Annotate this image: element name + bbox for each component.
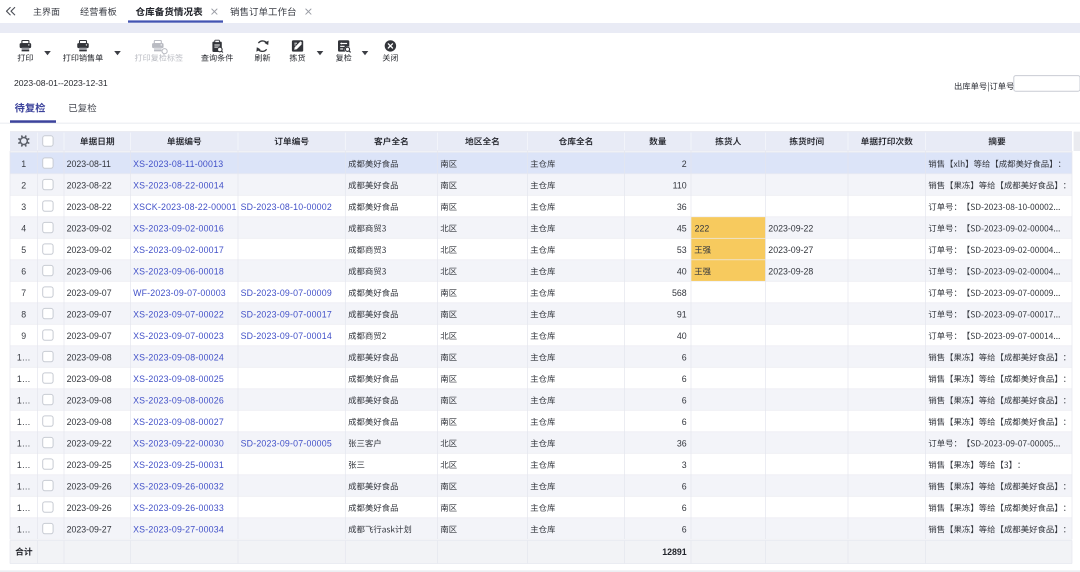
svg-text:XS-2023-09-07-00023: XS-2023-09-07-00023 [133, 331, 224, 341]
svg-text:XS-2023-09-07-00022: XS-2023-09-07-00022 [133, 309, 224, 319]
svg-text:SD-2023-09-07-00017: SD-2023-09-07-00017 [241, 309, 332, 319]
svg-text:2023-09-08: 2023-09-08 [67, 352, 112, 362]
svg-text:2023-09-02: 2023-09-02 [67, 245, 112, 255]
svg-text:XS-2023-08-11-00013: XS-2023-08-11-00013 [133, 159, 223, 169]
svg-text:2023-09-25: 2023-09-25 [67, 460, 112, 470]
svg-text:1: 1 [21, 159, 26, 169]
svg-text:91: 91 [677, 309, 687, 319]
svg-text:6: 6 [682, 417, 687, 427]
svg-text:XS-2023-09-08-00024: XS-2023-09-08-00024 [133, 352, 224, 362]
svg-text:2023-09-07: 2023-09-07 [67, 331, 112, 341]
svg-text:XSCK-2023-08-22-00001: XSCK-2023-08-22-00001 [133, 202, 236, 212]
svg-text:XS-2023-09-08-00026: XS-2023-09-08-00026 [133, 395, 224, 405]
svg-text:3: 3 [682, 460, 687, 470]
svg-text:53: 53 [677, 245, 687, 255]
svg-text:40: 40 [677, 266, 687, 276]
svg-text:2: 2 [21, 180, 26, 190]
svg-text:6: 6 [682, 395, 687, 405]
svg-text:6: 6 [21, 266, 26, 276]
svg-text:2023-09-28: 2023-09-28 [768, 266, 813, 276]
svg-text:XS-2023-09-06-00018: XS-2023-09-06-00018 [133, 266, 224, 276]
svg-text:2023-09-26: 2023-09-26 [67, 503, 112, 513]
svg-text:1…: 1… [17, 374, 31, 384]
svg-text:XS-2023-09-26-00032: XS-2023-09-26-00032 [133, 481, 224, 491]
svg-text:XS-2023-09-27-00034: XS-2023-09-27-00034 [133, 524, 224, 534]
svg-text:XS-2023-09-22-00030: XS-2023-09-22-00030 [133, 438, 224, 448]
svg-text:1…: 1… [17, 417, 31, 427]
svg-text:9: 9 [21, 331, 26, 341]
svg-text:1…: 1… [17, 460, 31, 470]
svg-text:4: 4 [21, 223, 26, 233]
svg-text:1…: 1… [17, 438, 31, 448]
svg-text:2023-09-27: 2023-09-27 [67, 524, 112, 534]
svg-text:SD-2023-09-07-00014: SD-2023-09-07-00014 [241, 331, 332, 341]
svg-text:XS-2023-09-02-00017: XS-2023-09-02-00017 [133, 245, 224, 255]
svg-text:2023-08-22: 2023-08-22 [67, 180, 112, 190]
svg-text:SD-2023-09-07-00005: SD-2023-09-07-00005 [241, 438, 332, 448]
svg-text:2023-09-07: 2023-09-07 [67, 288, 112, 298]
svg-text:XS-2023-09-08-00025: XS-2023-09-08-00025 [133, 374, 224, 384]
svg-text:2023-09-08: 2023-09-08 [67, 374, 112, 384]
svg-text:40: 40 [677, 331, 687, 341]
svg-text:6: 6 [682, 503, 687, 513]
svg-text:1…: 1… [17, 524, 31, 534]
svg-text:2023-09-27: 2023-09-27 [768, 245, 813, 255]
svg-text:6: 6 [682, 352, 687, 362]
svg-text:2023-09-22: 2023-09-22 [67, 438, 112, 448]
svg-text:6: 6 [682, 481, 687, 491]
svg-text:5: 5 [21, 245, 26, 255]
svg-text:8: 8 [21, 309, 26, 319]
svg-text:SD-2023-08-10-00002: SD-2023-08-10-00002 [241, 202, 332, 212]
svg-text:6: 6 [682, 524, 687, 534]
svg-text:XS-2023-08-22-00014: XS-2023-08-22-00014 [133, 180, 224, 190]
svg-text:2: 2 [682, 159, 687, 169]
svg-text:36: 36 [677, 202, 687, 212]
svg-text:3: 3 [21, 202, 26, 212]
svg-text:2023-09-22: 2023-09-22 [768, 223, 813, 233]
svg-text:1…: 1… [17, 395, 31, 405]
svg-text:2023-09-06: 2023-09-06 [67, 266, 112, 276]
svg-text:1…: 1… [17, 481, 31, 491]
svg-text:6: 6 [682, 374, 687, 384]
svg-text:2023-08-01--2023-12-31: 2023-08-01--2023-12-31 [14, 78, 108, 88]
svg-text:2023-09-26: 2023-09-26 [67, 481, 112, 491]
svg-text:2023-09-07: 2023-09-07 [67, 309, 112, 319]
svg-text:WF-2023-09-07-00003: WF-2023-09-07-00003 [133, 288, 226, 298]
svg-text:45: 45 [677, 223, 687, 233]
svg-text:110: 110 [673, 180, 687, 190]
svg-text:2023-08-11: 2023-08-11 [67, 159, 111, 169]
svg-text:568: 568 [672, 288, 687, 298]
svg-text:2023-09-08: 2023-09-08 [67, 417, 112, 427]
svg-text:XS-2023-09-26-00033: XS-2023-09-26-00033 [133, 503, 224, 513]
svg-text:1…: 1… [17, 503, 31, 513]
svg-text:2023-08-22: 2023-08-22 [67, 202, 112, 212]
svg-text:1…: 1… [17, 352, 31, 362]
svg-text:XS-2023-09-25-00031: XS-2023-09-25-00031 [133, 460, 224, 470]
svg-text:XS-2023-09-02-00016: XS-2023-09-02-00016 [133, 223, 224, 233]
svg-text:12891: 12891 [662, 547, 687, 557]
svg-text:2023-09-08: 2023-09-08 [67, 395, 112, 405]
svg-text:XS-2023-09-08-00027: XS-2023-09-08-00027 [133, 417, 224, 427]
svg-text:7: 7 [21, 288, 26, 298]
svg-text:SD-2023-09-07-00009: SD-2023-09-07-00009 [241, 288, 332, 298]
svg-text:222: 222 [695, 223, 710, 233]
svg-text:36: 36 [677, 438, 687, 448]
svg-text:2023-09-02: 2023-09-02 [67, 223, 112, 233]
